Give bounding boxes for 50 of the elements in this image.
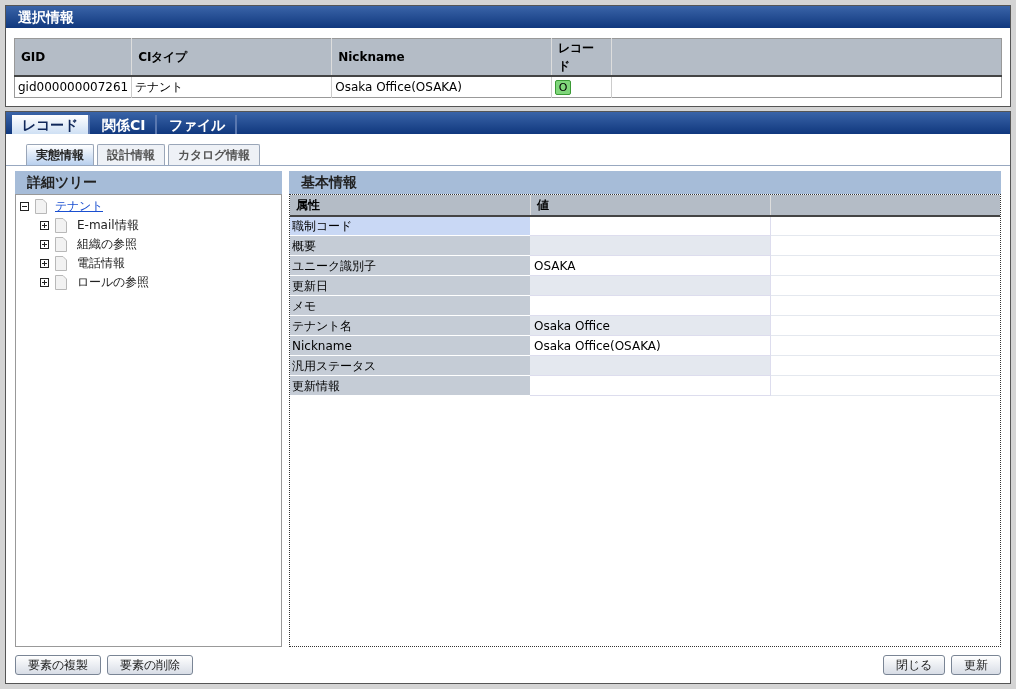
record-badge: O <box>555 79 572 95</box>
sub-tab[interactable]: カタログ情報 <box>168 143 260 165</box>
panel-title: 選択情報 <box>18 7 74 27</box>
document-icon <box>55 274 67 290</box>
sub-tab[interactable]: 実態情報 <box>26 143 94 165</box>
attribute-cell[interactable]: メモ <box>290 295 530 316</box>
tree-item[interactable]: 電話情報 <box>77 254 125 272</box>
expand-icon[interactable] <box>40 220 49 230</box>
action-button[interactable]: 閉じる <box>883 655 945 675</box>
attribute-cell[interactable]: ユニーク識別子 <box>290 255 530 276</box>
expand-icon[interactable] <box>40 239 49 249</box>
attribute-cell[interactable]: 更新日 <box>290 275 530 296</box>
action-button[interactable]: 要素の削除 <box>107 655 193 675</box>
document-icon <box>55 236 67 252</box>
tree-item[interactable]: ロールの参照 <box>77 273 149 291</box>
column-header: Nickname <box>331 38 552 76</box>
attribute-cell[interactable]: Nickname <box>290 335 530 356</box>
document-icon <box>35 198 47 214</box>
column-header: 値 <box>530 194 770 216</box>
sub-tab[interactable]: 設計情報 <box>97 143 165 165</box>
document-icon <box>55 255 67 271</box>
value-cell: Osaka Office(OSAKA) <box>530 335 770 356</box>
column-header: GID <box>14 38 132 76</box>
tree-link[interactable]: テナント <box>55 197 103 215</box>
expand-icon[interactable] <box>40 258 49 268</box>
tree-item[interactable]: 組織の参照 <box>77 235 137 253</box>
tab[interactable]: ファイル <box>159 114 238 134</box>
tab[interactable]: レコード <box>12 114 90 134</box>
attribute-cell[interactable]: 汎用ステータス <box>290 355 530 376</box>
expand-icon[interactable] <box>40 277 49 287</box>
table-cell: Osaka Office(OSAKA) <box>331 76 552 97</box>
value-cell: Osaka Office <box>530 315 770 336</box>
attribute-cell[interactable]: テナント名 <box>290 315 530 336</box>
attribute-cell[interactable]: 職制コード <box>290 215 530 236</box>
column-header: CIタイプ <box>131 38 332 76</box>
table-cell: テナント <box>131 76 332 97</box>
value-cell: OSAKA <box>530 255 770 276</box>
action-button[interactable]: 要素の複製 <box>15 655 101 675</box>
collapse-icon[interactable] <box>20 201 29 211</box>
panel-title: 基本情報 <box>301 172 357 192</box>
action-button[interactable]: 更新 <box>951 655 1001 675</box>
attribute-cell[interactable]: 更新情報 <box>290 375 530 396</box>
attribute-cell[interactable]: 概要 <box>290 235 530 256</box>
column-header: 属性 <box>290 194 530 216</box>
document-icon <box>55 217 67 233</box>
table-cell: gid000000007261 <box>14 76 132 97</box>
tree-item[interactable]: E-mail情報 <box>77 216 139 234</box>
panel-title: 詳細ツリー <box>27 172 97 192</box>
column-header: レコード <box>551 38 612 76</box>
tab[interactable]: 関係CI <box>92 114 158 134</box>
